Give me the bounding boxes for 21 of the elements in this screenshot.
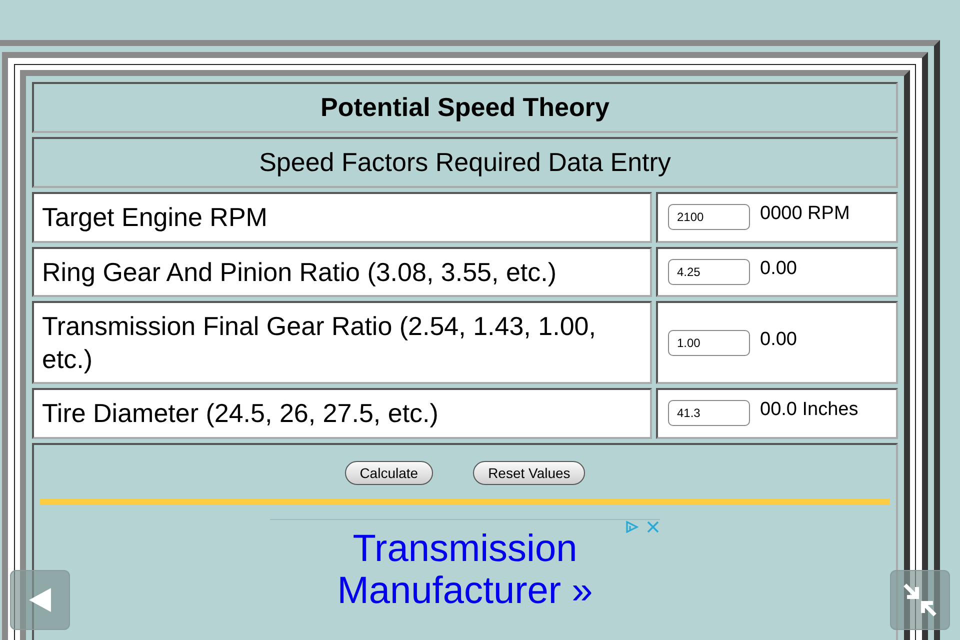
result-text: 00.0 Inches	[760, 399, 858, 422]
page-title: Potential Speed Theory	[32, 82, 898, 133]
section-heading: Speed Factors Required Data Entry	[32, 137, 898, 188]
field-label: Ring Gear And Pinion Ratio (3.08, 3.55, etc.)	[32, 246, 652, 297]
input-field[interactable]: 1.00	[668, 330, 750, 356]
form-button[interactable]: Calculate	[344, 460, 434, 484]
collapse-icon	[903, 583, 937, 617]
collapse-button[interactable]	[890, 570, 950, 630]
form-button[interactable]: Reset Values	[473, 460, 586, 484]
input-field[interactable]: 4.25	[668, 258, 750, 285]
result-text: 0.00	[760, 328, 797, 350]
back-button[interactable]	[10, 570, 70, 630]
result-text: 0.00	[760, 258, 797, 280]
field-label: Tire Diameter (24.5, 26, 27.5, etc.)	[32, 388, 652, 438]
result-text: 0000 RPM	[760, 203, 850, 226]
left-triangle-icon	[27, 586, 53, 614]
input-field[interactable]: 2100	[668, 204, 750, 230]
input-field[interactable]: 41.3	[668, 400, 750, 426]
field-label: Transmission Final Gear Ratio (2.54, 1.43, 1.00, etc.)	[32, 301, 652, 384]
field-label: Target Engine RPM	[32, 192, 652, 242]
ad-link[interactable]: Transmission Manufacturer »	[315, 528, 615, 612]
